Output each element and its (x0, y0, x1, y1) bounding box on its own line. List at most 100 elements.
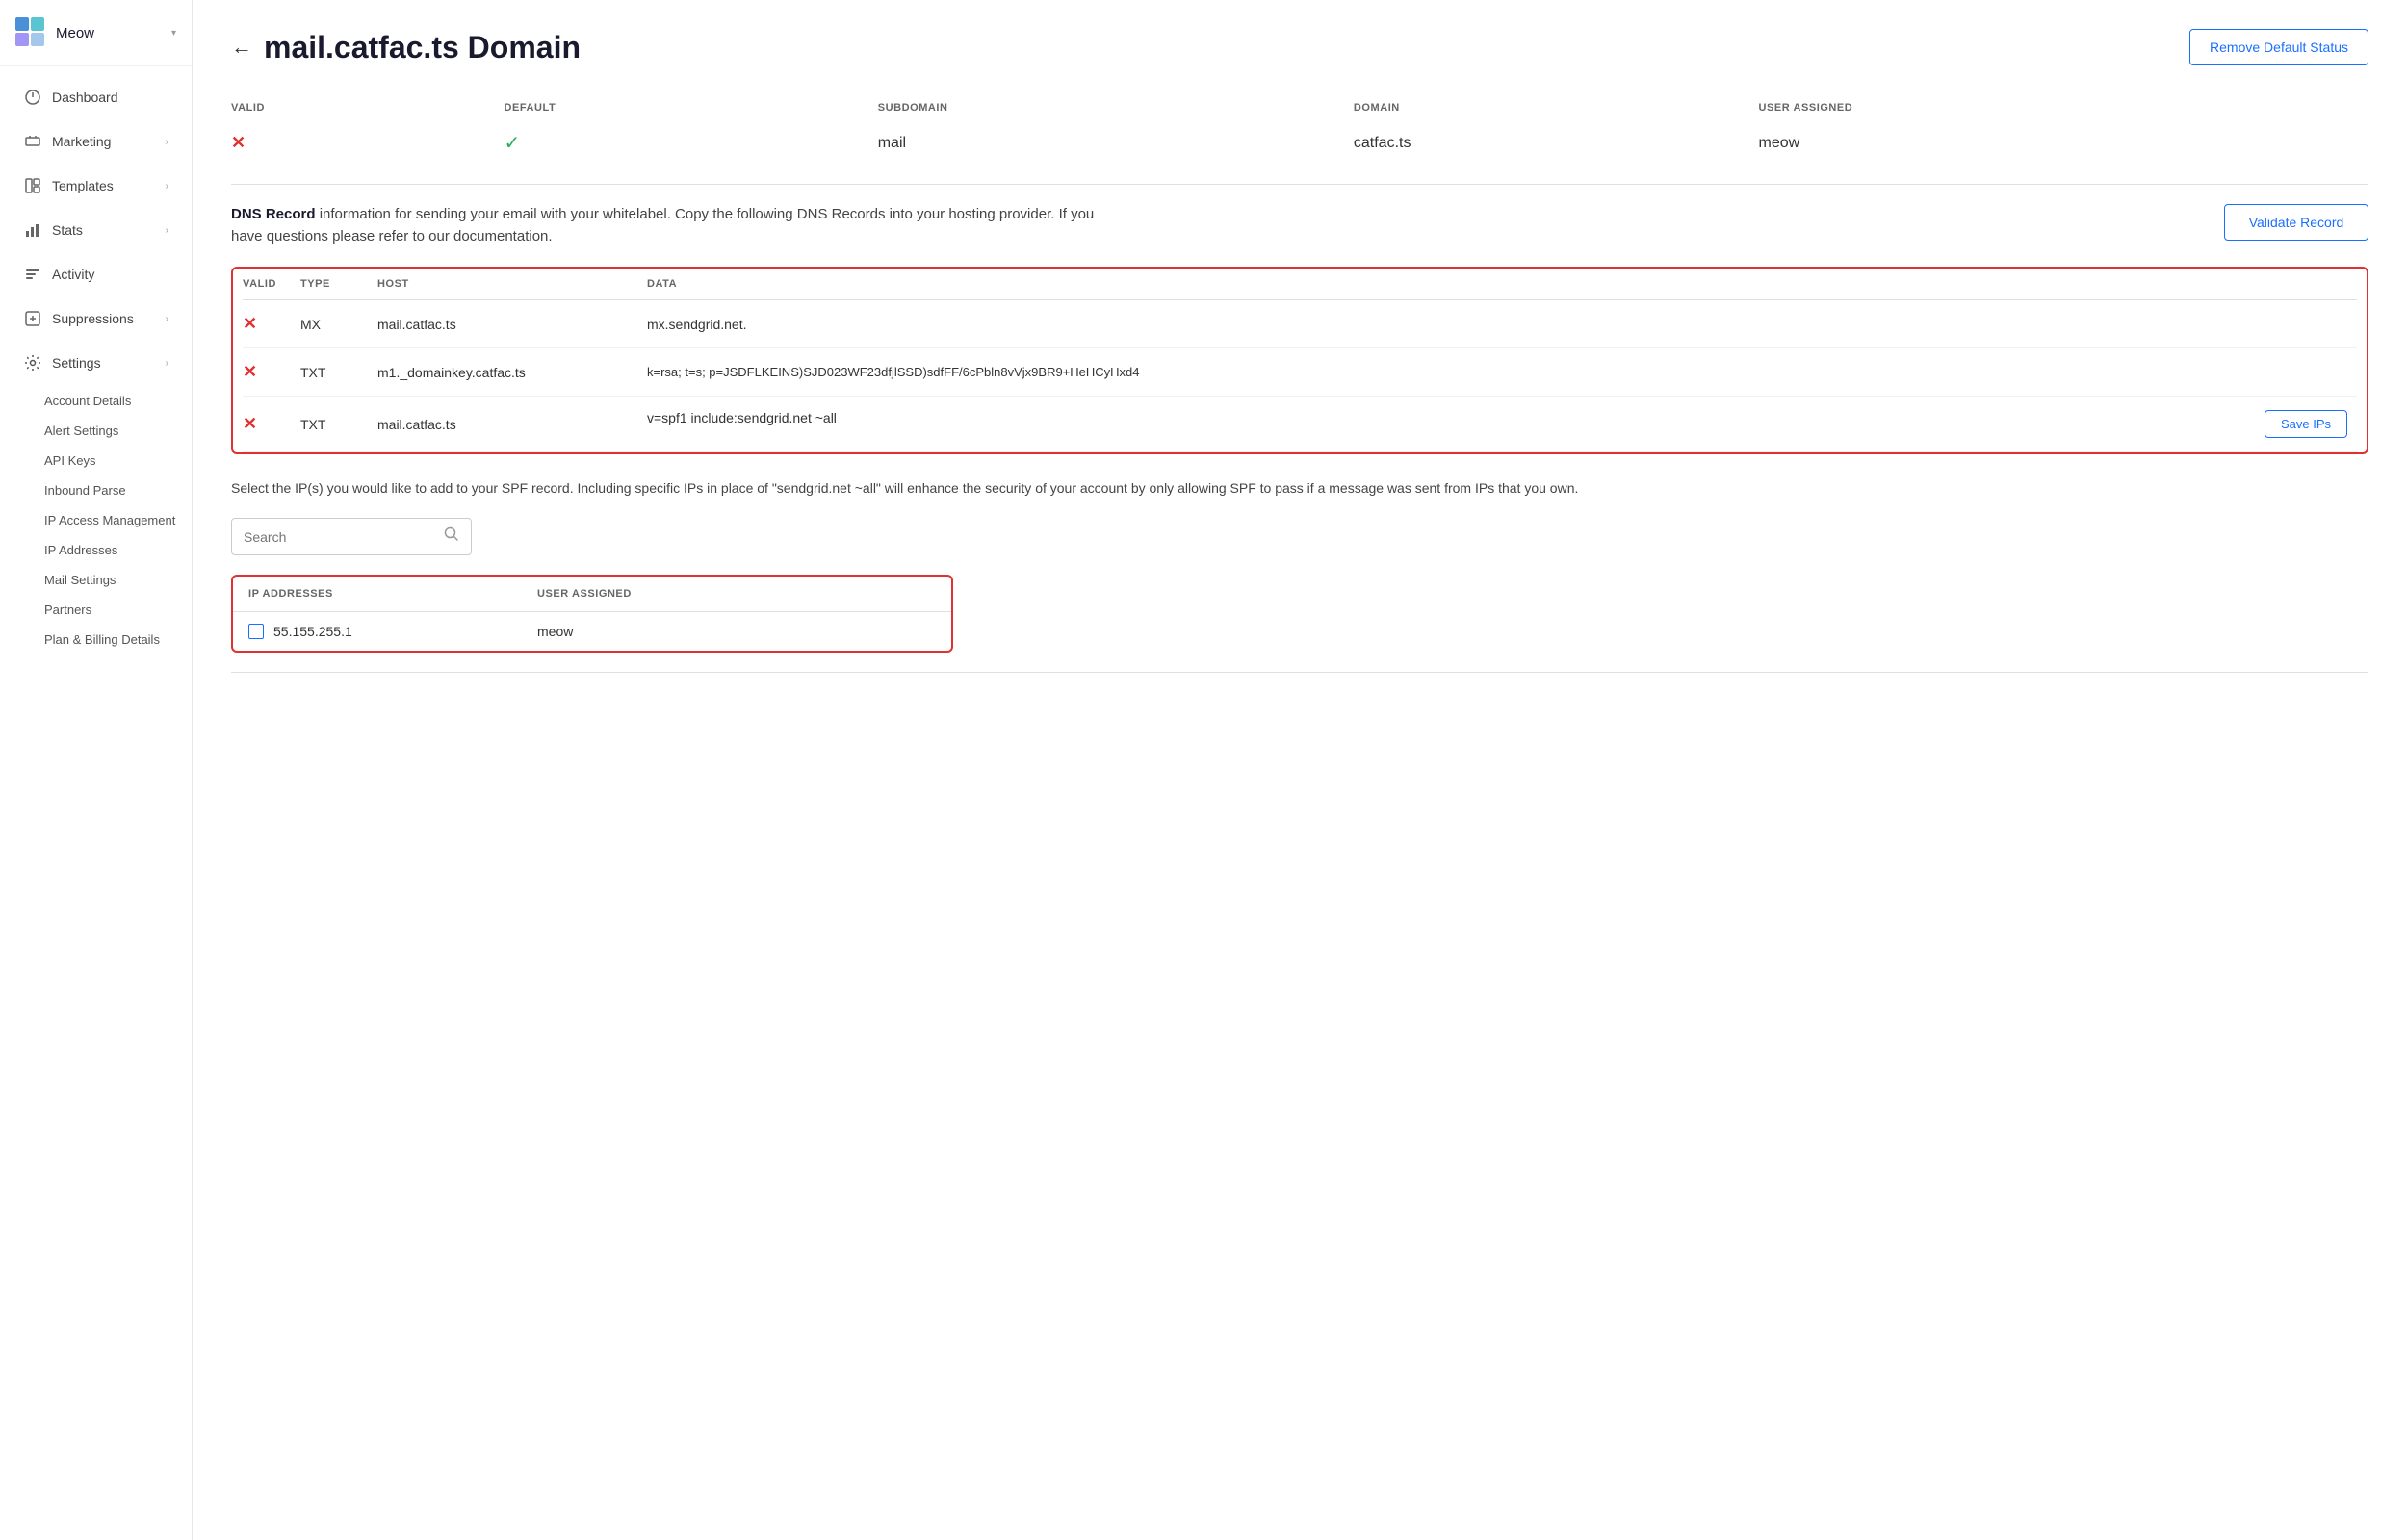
section-divider (231, 184, 2368, 185)
dns-row2-valid: ✕ (243, 348, 300, 397)
sidebar-item-suppressions[interactable]: Suppressions › (8, 297, 184, 340)
page-title: mail.catfac.ts Domain (264, 30, 581, 65)
sidebar-sub-alert-settings[interactable]: Alert Settings (0, 416, 192, 446)
domain-default-check-icon: ✓ (504, 133, 520, 154)
suppressions-icon (23, 309, 42, 328)
dns-row3-data: v=spf1 include:sendgrid.net ~all Save IP… (647, 397, 2357, 452)
dns-col-type: TYPE (300, 269, 377, 300)
sidebar-sub-mail-settings[interactable]: Mail Settings (0, 565, 192, 595)
sidebar-item-settings-label: Settings (52, 355, 166, 371)
dns-row2-data: k=rsa; t=s; p=JSDFLKEINS)SJD023WF23dfjlS… (647, 348, 2357, 397)
domain-user-assigned-cell: meow (1758, 121, 2368, 165)
validate-record-button[interactable]: Validate Record (2224, 204, 2368, 241)
sidebar-item-dashboard-label: Dashboard (52, 90, 168, 105)
sidebar-item-marketing-label: Marketing (52, 134, 166, 149)
dns-col-valid: VALID (243, 269, 300, 300)
sidebar-sub-ip-addresses[interactable]: IP Addresses (0, 535, 192, 565)
dns-records-wrapper: VALID TYPE HOST DATA ✕ MX mail.catfac.ts… (231, 267, 2368, 454)
search-container[interactable] (231, 518, 472, 555)
sidebar-sub-partners[interactable]: Partners (0, 595, 192, 625)
sidebar-item-stats-label: Stats (52, 222, 166, 238)
dns-row-3: ✕ TXT mail.catfac.ts v=spf1 include:send… (243, 397, 2357, 452)
dns-row3-host: mail.catfac.ts (377, 397, 647, 452)
sidebar-sub-ip-access-management[interactable]: IP Access Management (0, 505, 192, 535)
page-title-area: ← mail.catfac.ts Domain (231, 30, 581, 65)
search-input[interactable] (244, 529, 438, 545)
domain-valid-x-icon: ✕ (231, 133, 246, 152)
sidebar-sub-api-keys[interactable]: API Keys (0, 446, 192, 475)
sidebar-item-settings[interactable]: Settings › (8, 342, 184, 384)
search-icon (444, 526, 459, 547)
account-menu[interactable]: Meow ▾ (0, 0, 192, 66)
col-valid-header: VALID (231, 94, 504, 121)
sidebar: Meow ▾ Dashboard Marketing › Templates › (0, 0, 193, 1540)
dns-row1-data: mx.sendgrid.net. (647, 300, 2357, 348)
col-default-header: DEFAULT (504, 94, 877, 121)
templates-chevron-icon: › (166, 181, 168, 192)
back-button[interactable]: ← (231, 35, 252, 60)
main-content: ← mail.catfac.ts Domain Remove Default S… (193, 0, 2407, 1540)
account-chevron-icon: ▾ (171, 28, 176, 38)
dns-record-bold: DNS Record (231, 206, 316, 222)
domain-default-cell: ✓ (504, 121, 877, 165)
sidebar-item-activity[interactable]: Activity (8, 253, 184, 295)
domain-info-table: VALID DEFAULT SUBDOMAIN DOMAIN USER ASSI… (231, 94, 2368, 165)
domain-subdomain-cell: mail (878, 121, 1354, 165)
sidebar-item-stats[interactable]: Stats › (8, 209, 184, 251)
dns-row1-type: MX (300, 300, 377, 348)
settings-icon (23, 353, 42, 372)
ip-col-user-assigned: USER ASSIGNED (522, 577, 951, 612)
col-subdomain-header: SUBDOMAIN (878, 94, 1354, 121)
spf-description: Select the IP(s) you would like to add t… (231, 477, 2368, 499)
sidebar-sub-plan-billing[interactable]: Plan & Billing Details (0, 625, 192, 654)
dns-info-rest: information for sending your email with … (231, 206, 1094, 244)
marketing-icon (23, 132, 42, 151)
col-domain-header: DOMAIN (1354, 94, 1759, 121)
domain-info-row: ✕ ✓ mail catfac.ts meow (231, 121, 2368, 165)
sidebar-sub-account-details[interactable]: Account Details (0, 386, 192, 416)
dashboard-icon (23, 88, 42, 107)
account-name: Meow (56, 25, 94, 41)
dns-info-row: DNS Record information for sending your … (231, 204, 2368, 247)
ip-row1-user: meow (522, 612, 951, 652)
save-ips-button[interactable]: Save IPs (2265, 410, 2347, 438)
ip-table-wrapper: IP ADDRESSES USER ASSIGNED 55.155.255.1 … (231, 575, 953, 653)
ip-col-addresses: IP ADDRESSES (233, 577, 522, 612)
dns-row2-host: m1._domainkey.catfac.ts (377, 348, 647, 397)
sidebar-item-templates[interactable]: Templates › (8, 165, 184, 207)
stats-icon (23, 220, 42, 240)
marketing-chevron-icon: › (166, 137, 168, 147)
remove-default-status-button[interactable]: Remove Default Status (2189, 29, 2368, 65)
sidebar-item-activity-label: Activity (52, 267, 168, 282)
sidebar-sub-inbound-parse[interactable]: Inbound Parse (0, 475, 192, 505)
col-user-assigned-header: USER ASSIGNED (1758, 94, 2368, 121)
dns-col-data: DATA (647, 269, 2357, 300)
logo-icon (15, 17, 46, 48)
dns-info-text: DNS Record information for sending your … (231, 204, 1098, 247)
sidebar-item-dashboard[interactable]: Dashboard (8, 76, 184, 118)
sidebar-item-suppressions-label: Suppressions (52, 311, 166, 326)
domain-valid-cell: ✕ (231, 121, 504, 165)
suppressions-chevron-icon: › (166, 314, 168, 324)
domain-domain-cell: catfac.ts (1354, 121, 1759, 165)
activity-icon (23, 265, 42, 284)
sidebar-item-marketing[interactable]: Marketing › (8, 120, 184, 163)
ip-row-1: 55.155.255.1 meow (233, 612, 951, 652)
dns-row2-x-icon: ✕ (243, 362, 257, 381)
page-header: ← mail.catfac.ts Domain Remove Default S… (231, 29, 2368, 65)
ip-checkbox-1[interactable] (248, 624, 264, 639)
dns-row3-valid: ✕ (243, 397, 300, 452)
sidebar-item-templates-label: Templates (52, 178, 166, 193)
dns-row3-type: TXT (300, 397, 377, 452)
dns-row1-host: mail.catfac.ts (377, 300, 647, 348)
dns-row1-x-icon: ✕ (243, 314, 257, 333)
templates-icon (23, 176, 42, 195)
dns-col-host: HOST (377, 269, 647, 300)
ip-row1-address: 55.155.255.1 (233, 612, 522, 652)
bottom-divider (231, 672, 2368, 673)
dns-row1-valid: ✕ (243, 300, 300, 348)
dns-row-2: ✕ TXT m1._domainkey.catfac.ts k=rsa; t=s… (243, 348, 2357, 397)
ip-table: IP ADDRESSES USER ASSIGNED 55.155.255.1 … (233, 577, 951, 651)
dns-section: DNS Record information for sending your … (231, 204, 2368, 454)
dns-row3-data-text: v=spf1 include:sendgrid.net ~all (647, 410, 837, 425)
